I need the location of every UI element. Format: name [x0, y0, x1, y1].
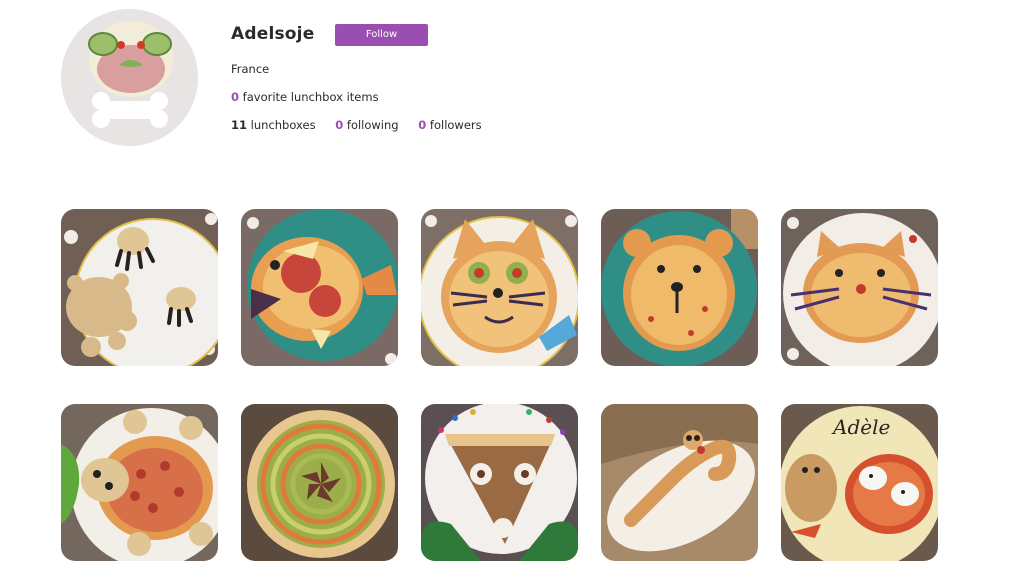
- lunchbox-photo-lettering: Adèle: [831, 415, 890, 439]
- following-count: 0: [335, 118, 344, 132]
- profile-username: Adelsoje: [231, 24, 315, 44]
- lunchbox-card[interactable]: [61, 404, 218, 561]
- lunchbox-grid: Adèle: [61, 209, 939, 561]
- lunchbox-card[interactable]: [61, 209, 218, 366]
- follow-button[interactable]: Follow: [335, 24, 428, 46]
- following-stat[interactable]: 0 following: [335, 118, 398, 132]
- lunchbox-photo: [241, 209, 398, 366]
- lunchbox-photo: [601, 404, 758, 561]
- lunchbox-photo: [421, 404, 578, 561]
- lunchbox-card[interactable]: [241, 209, 398, 366]
- lunchbox-card[interactable]: [241, 404, 398, 561]
- followers-stat[interactable]: 0 followers: [418, 118, 481, 132]
- lunchbox-photo: [421, 209, 578, 366]
- lunchbox-card[interactable]: [421, 404, 578, 561]
- followers-count: 0: [418, 118, 427, 132]
- following-label: following: [346, 118, 399, 132]
- lunchbox-card[interactable]: Adèle: [781, 404, 938, 561]
- lunchbox-card[interactable]: [601, 209, 758, 366]
- followers-label: followers: [429, 118, 482, 132]
- favorites-label: favorite lunchbox items: [242, 90, 379, 104]
- lunchbox-card[interactable]: [601, 404, 758, 561]
- lunchboxes-count: 11: [231, 118, 248, 132]
- lunchbox-photo: [61, 404, 218, 561]
- profile-avatar: [61, 9, 198, 146]
- lunchbox-card[interactable]: [781, 209, 938, 366]
- lunchbox-photo: [241, 404, 398, 561]
- lunchbox-card[interactable]: [421, 209, 578, 366]
- lunchboxes-stat[interactable]: 11 lunchboxes: [231, 118, 316, 132]
- favorites-count: 0: [231, 90, 240, 104]
- profile-stats: 11 lunchboxes 0 following 0 followers: [231, 118, 498, 132]
- lunchbox-photo: [601, 209, 758, 366]
- lunchbox-photo: [61, 209, 218, 366]
- lunchbox-photo: [781, 209, 938, 366]
- lunchboxes-label: lunchboxes: [250, 118, 316, 132]
- profile-country: France: [231, 62, 270, 76]
- lunchbox-photo: Adèle: [781, 404, 938, 561]
- favorites-stat[interactable]: 0 favorite lunchbox items: [231, 90, 379, 104]
